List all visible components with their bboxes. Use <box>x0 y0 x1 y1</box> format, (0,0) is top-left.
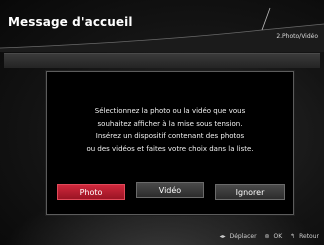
photo-button[interactable]: Photo <box>57 184 125 200</box>
message-line: ou des vidéos et faites votre choix dans… <box>86 144 254 153</box>
ok-hint: ⊚ OK <box>265 233 283 240</box>
ignore-button[interactable]: Ignorer <box>215 184 285 200</box>
return-icon: ↰ <box>290 233 296 240</box>
step-indicator: 2.Photo/Vidéo <box>276 33 318 40</box>
message-line: Sélectionnez la photo ou la vidéo que vo… <box>94 107 246 115</box>
header-band <box>4 53 320 68</box>
return-hint: ↰ Retour <box>290 233 319 240</box>
ok-icon: ⊚ <box>264 233 270 240</box>
dialog-message: Sélectionnez la photo ou la vidéo que vo… <box>54 105 286 155</box>
message-line: souhaitez afficher à la mise sous tensio… <box>97 119 243 128</box>
move-label: Déplacer <box>229 233 257 240</box>
move-hint: ◂▸ Déplacer <box>220 233 257 240</box>
message-line: Insérez un dispositif contenant des phot… <box>95 132 245 140</box>
footer-hints: ◂▸ Déplacer ⊚ OK ↰ Retour <box>220 233 319 240</box>
ok-label: OK <box>273 233 283 240</box>
arrows-icon: ◂▸ <box>219 233 226 240</box>
return-label: Retour <box>299 233 319 240</box>
page-title: Message d'accueil <box>8 15 133 29</box>
video-button[interactable]: Vidéo <box>136 182 204 198</box>
